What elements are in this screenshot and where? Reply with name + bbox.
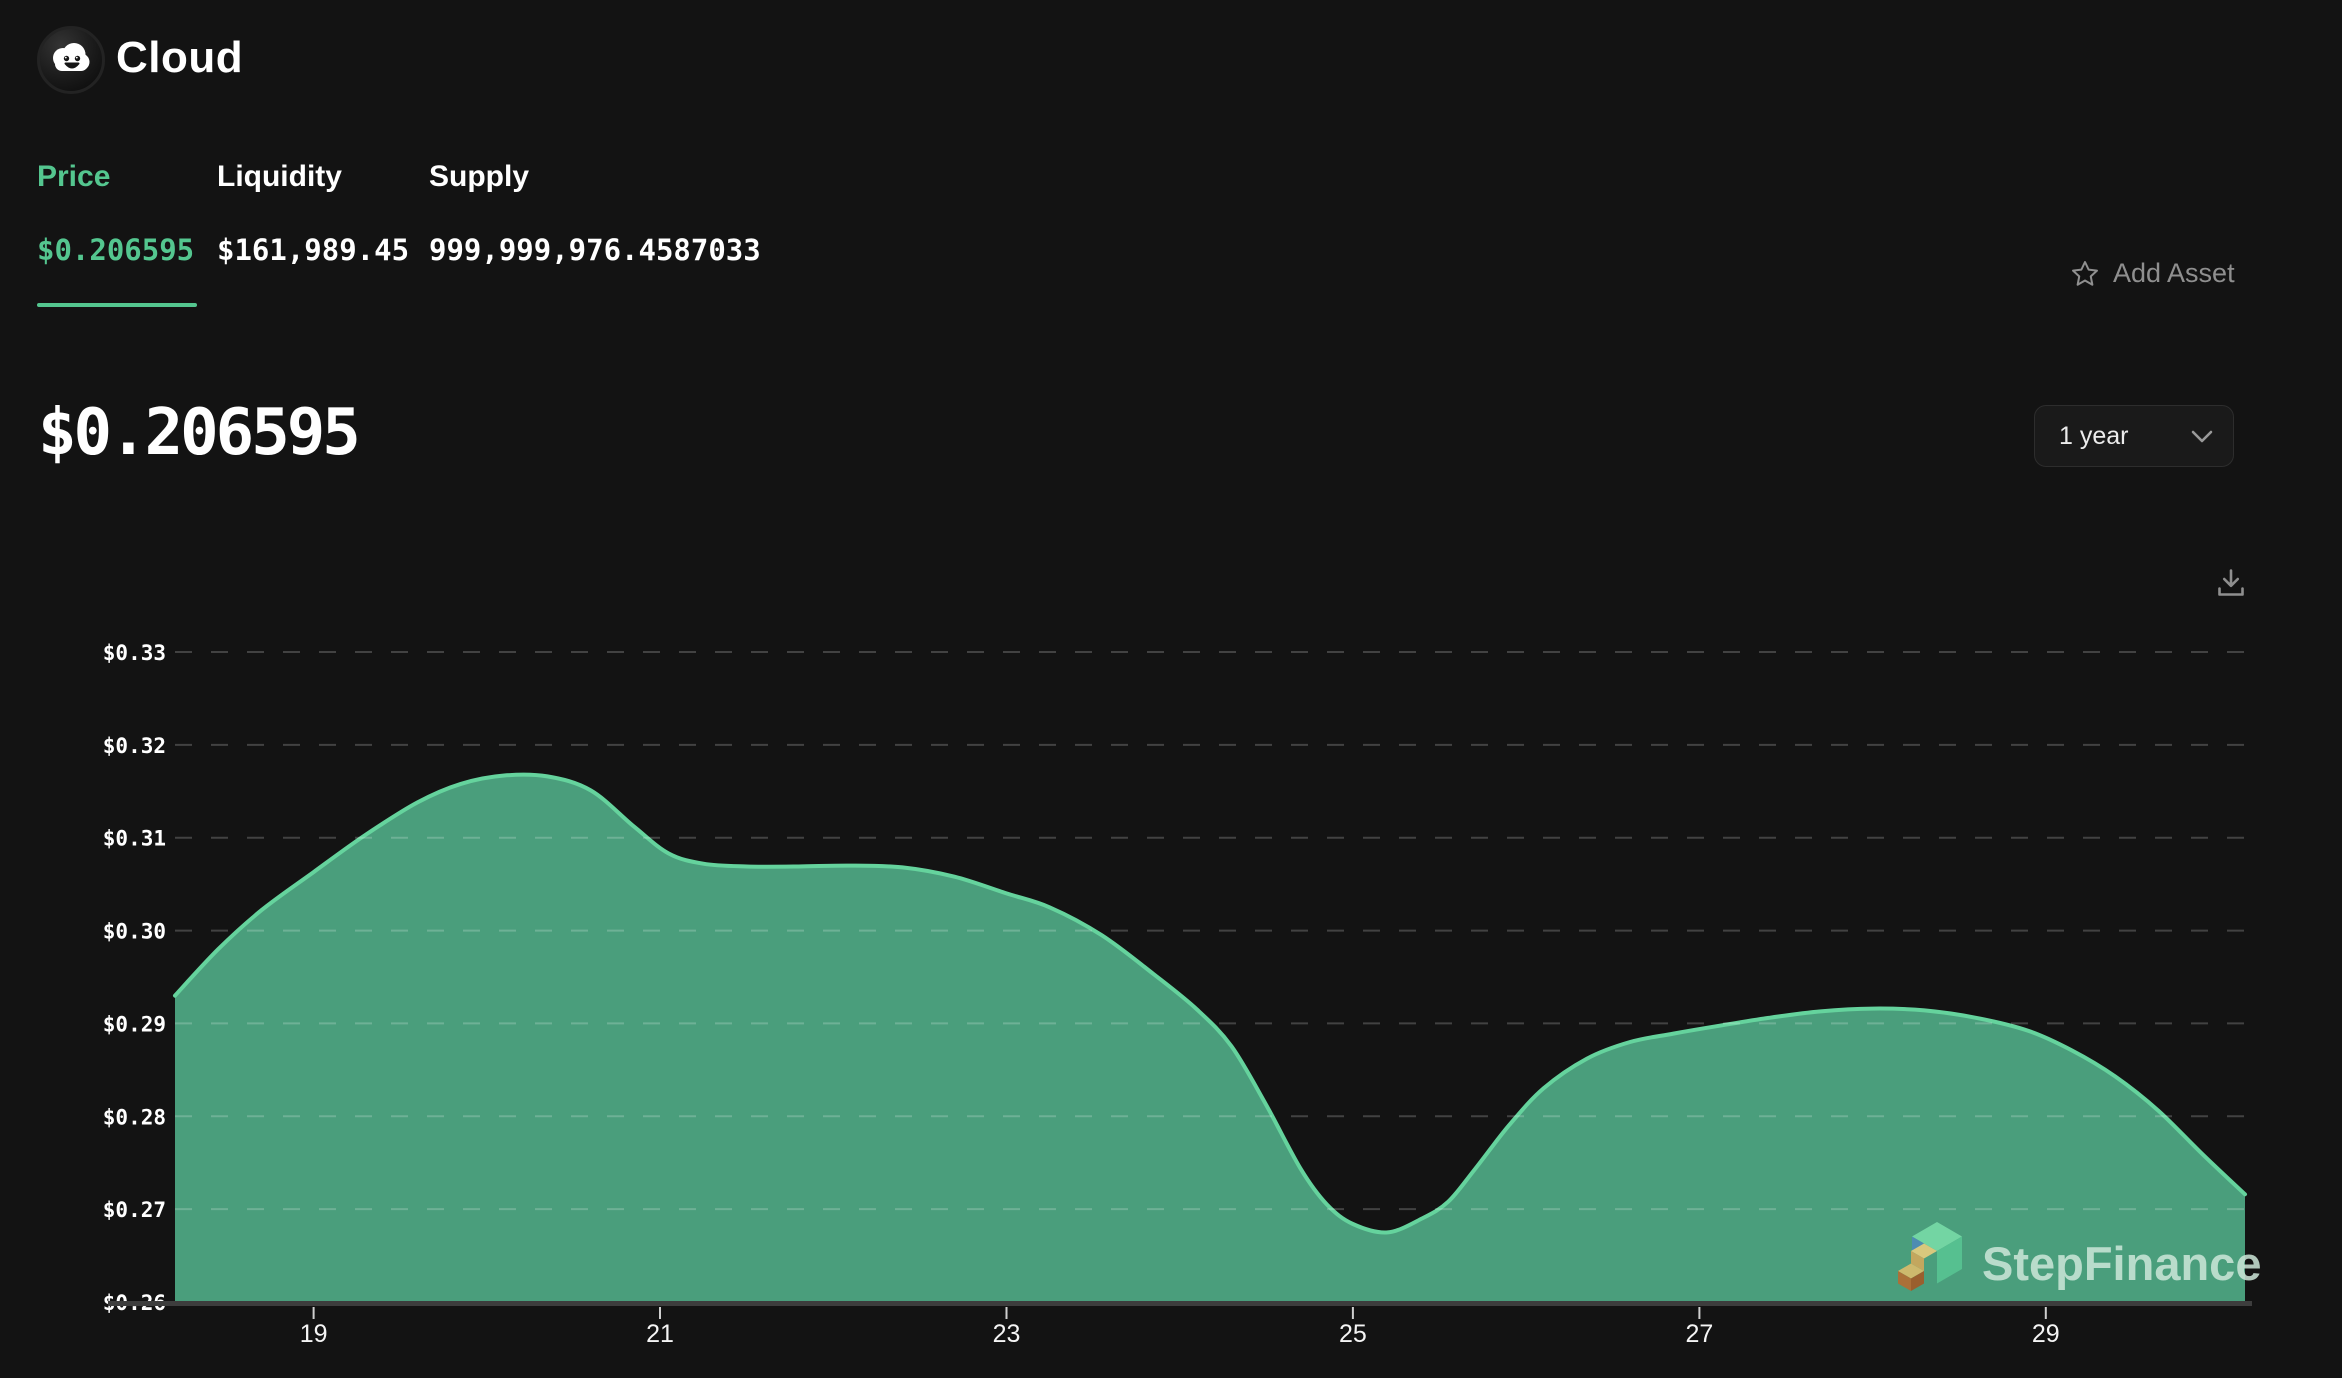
- stepfinance-watermark-text: StepFinance: [1982, 1237, 2261, 1290]
- x-tick-label: 21: [646, 1320, 674, 1348]
- x-tick-label: 25: [1339, 1320, 1367, 1348]
- x-tick-label: 27: [1685, 1320, 1713, 1348]
- y-tick-label: $0.29: [103, 1012, 166, 1036]
- x-tick-label: 23: [993, 1320, 1021, 1348]
- price-area-chart[interactable]: $0.33$0.32$0.31$0.30$0.29$0.28$0.27$0.26…: [0, 0, 2342, 1378]
- price-area-fill: [175, 775, 2245, 1302]
- area-series-group: [175, 775, 2245, 1302]
- y-tick-label: $0.27: [103, 1198, 166, 1222]
- y-tick-label: $0.30: [103, 920, 166, 944]
- y-tick-label: $0.28: [103, 1105, 166, 1129]
- x-tick-label: 29: [2032, 1320, 2060, 1348]
- y-tick-label: $0.33: [103, 641, 166, 665]
- y-tick-label: $0.32: [103, 734, 166, 758]
- y-tick-label: $0.31: [103, 827, 166, 851]
- x-tick-label: 19: [300, 1320, 328, 1348]
